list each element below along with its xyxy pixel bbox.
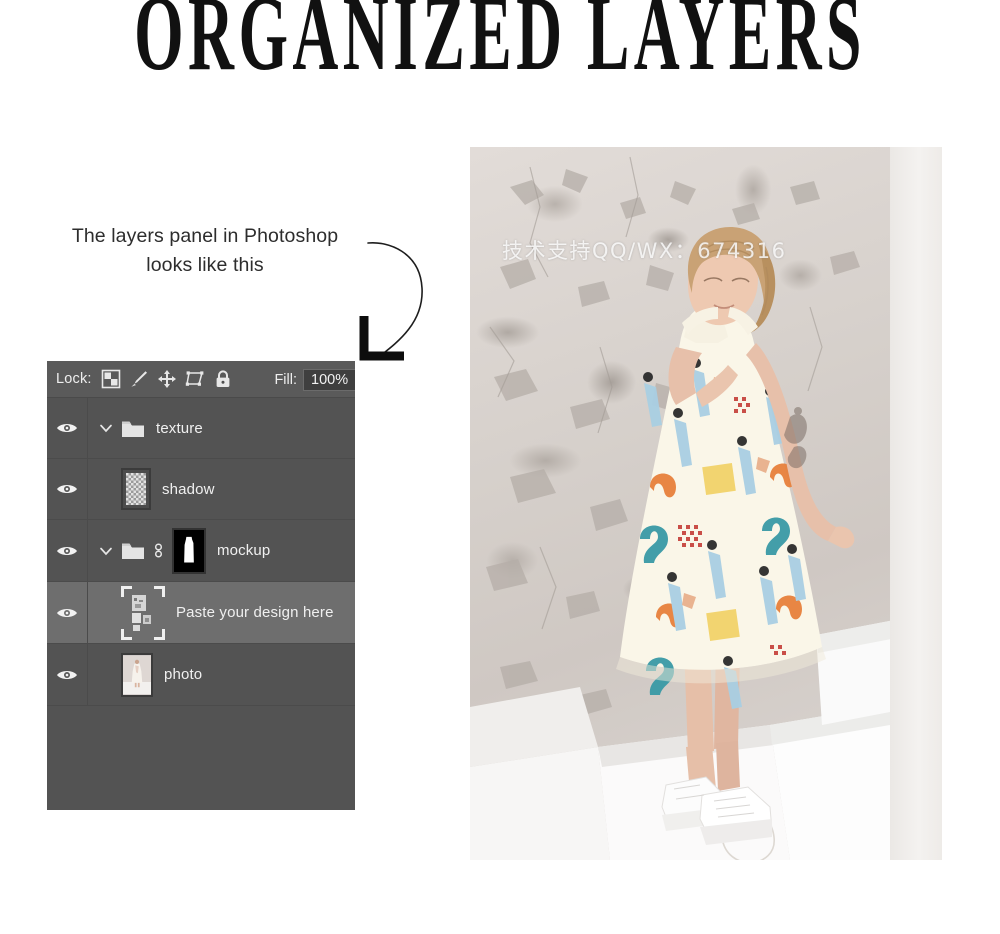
smart-object-corner	[121, 585, 132, 597]
smart-object-corner	[154, 585, 165, 597]
smart-object-corner	[121, 628, 132, 640]
table-row[interactable]: shadow	[47, 459, 355, 520]
smart-object-thumbnail[interactable]	[121, 585, 165, 640]
layer-name: photo	[164, 666, 203, 683]
layer-visibility-toggle[interactable]	[47, 644, 88, 705]
table-row[interactable]: mockup	[47, 520, 355, 582]
layer-visibility-toggle[interactable]	[47, 582, 88, 643]
smart-object-corner	[154, 628, 165, 640]
layer-thumbnail[interactable]	[121, 652, 153, 697]
lock-image-pixels-icon[interactable]	[129, 369, 149, 389]
layer-row-body[interactable]: Paste your design here	[88, 582, 355, 643]
photo-right-wall-strip	[890, 147, 942, 860]
eye-icon[interactable]	[56, 421, 78, 435]
eye-icon[interactable]	[56, 544, 78, 558]
annotation-line-1: The layers panel in Photoshop	[71, 225, 339, 247]
layer-thumbnail[interactable]	[121, 468, 151, 510]
layer-mask-thumbnail[interactable]	[172, 527, 206, 574]
fill-value-input[interactable]: 100%	[303, 368, 355, 391]
annotation-text: The layers panel in Photoshop looks like…	[56, 222, 354, 280]
lock-transparent-pixels-icon[interactable]	[101, 369, 121, 389]
layer-visibility-toggle[interactable]	[47, 459, 88, 519]
mockup-preview-image: 技术支持QQ/WX：674316	[470, 147, 942, 860]
transparency-checker	[126, 473, 146, 505]
layers-lock-toolbar[interactable]: Lock: Fill: 100%	[47, 361, 355, 398]
layer-row-body[interactable]: texture	[88, 398, 355, 458]
layer-name: mockup	[217, 542, 271, 559]
table-row[interactable]: Paste your design here	[47, 582, 355, 644]
layer-name: shadow	[162, 480, 215, 498]
layer-visibility-toggle[interactable]	[47, 398, 88, 458]
table-row[interactable]: photo	[47, 644, 355, 706]
layer-row-body[interactable]: shadow	[88, 459, 355, 519]
lock-icon-group[interactable]	[101, 369, 233, 389]
layers-panel[interactable]: Lock: Fill: 100% texture shadow mockup P…	[47, 361, 355, 810]
lock-artboard-nesting-icon[interactable]	[185, 369, 205, 389]
page-title: ORGANIZED LAYERS	[134, 0, 866, 93]
chevron-down-icon[interactable]	[98, 543, 114, 559]
folder-icon	[122, 421, 144, 437]
lock-label: Lock:	[56, 371, 92, 387]
chevron-down-icon[interactable]	[98, 420, 114, 436]
folder-icon	[122, 543, 144, 559]
dress	[616, 306, 826, 709]
link-mask-icon[interactable]	[152, 541, 165, 560]
watermark-text: 技术支持QQ/WX：674316	[502, 239, 787, 263]
layer-row-body[interactable]: photo	[88, 644, 355, 705]
eye-icon[interactable]	[56, 482, 78, 496]
eye-icon[interactable]	[56, 668, 78, 682]
layer-visibility-toggle[interactable]	[47, 520, 88, 581]
eye-icon[interactable]	[56, 606, 78, 620]
layer-row-body[interactable]: mockup	[88, 520, 355, 581]
fill-label: Fill:	[274, 371, 297, 388]
lock-position-icon[interactable]	[157, 369, 177, 389]
layer-name: Paste your design here	[176, 604, 334, 621]
lock-all-icon[interactable]	[213, 369, 233, 389]
layer-name: texture	[156, 419, 203, 437]
annotation-line-2: looks like this	[146, 254, 264, 276]
curved-arrow-down-left-icon	[359, 242, 423, 361]
fill-control[interactable]: Fill: 100%	[274, 361, 355, 398]
layers-panel-empty-space	[47, 706, 355, 810]
layers-list[interactable]: texture shadow mockup Paste your design …	[47, 398, 355, 810]
table-row[interactable]: texture	[47, 398, 355, 459]
